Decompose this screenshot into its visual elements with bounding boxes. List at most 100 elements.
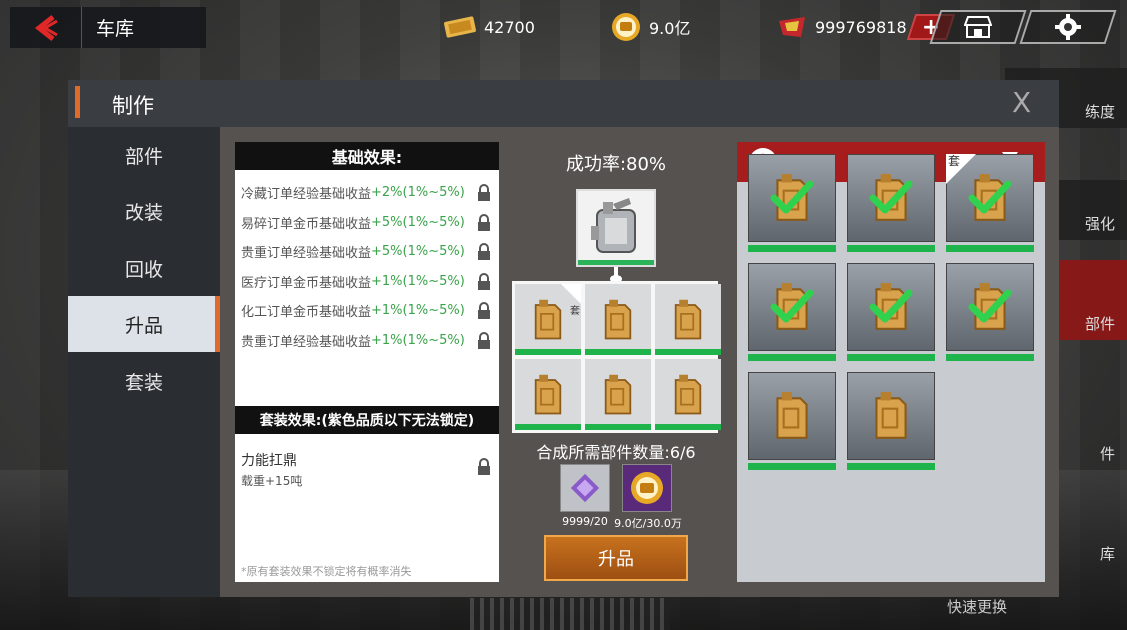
- craft-dialog: 制作 X 部件 改装 回收 升品 套装 基础效果: 冷藏订单经验基础收益 +2%(…: [68, 80, 1059, 597]
- lock-icon[interactable]: [477, 272, 491, 290]
- part-card[interactable]: [748, 154, 836, 252]
- shop-button[interactable]: [929, 10, 1027, 44]
- chip-cost-label: 9999/20: [562, 515, 608, 528]
- effect-name: 易碎订单金币基础收益: [241, 216, 372, 232]
- settings-button[interactable]: [1019, 10, 1117, 44]
- part-status-bar: [946, 354, 1034, 361]
- ticket-icon: [442, 12, 480, 42]
- effect-row: 化工订单金币基础收益 +1%(1%~5%): [235, 296, 499, 326]
- fuel-can-icon: [534, 299, 562, 339]
- side-menu-label: 部件: [1084, 315, 1115, 333]
- material-slot[interactable]: [655, 359, 721, 430]
- garage-header: 车库: [10, 7, 206, 48]
- coin-icon: [631, 472, 663, 504]
- side-menu-label: 强化: [1084, 215, 1115, 233]
- ticket-counter[interactable]: 42700: [442, 12, 535, 42]
- part-card[interactable]: [748, 372, 836, 470]
- lock-icon[interactable]: [477, 458, 491, 475]
- coin-icon: [607, 12, 645, 42]
- lock-icon[interactable]: [477, 331, 491, 349]
- engine-part-icon: [591, 198, 636, 253]
- garage-title: 车库: [96, 18, 135, 40]
- part-status-bar: [748, 354, 836, 361]
- effect-name: 贵重订单经验基础收益: [241, 334, 372, 350]
- effect-row: 医疗订单金币基础收益 +1%(1%~5%): [235, 267, 499, 297]
- fuel-can-icon: [604, 299, 632, 339]
- back-button[interactable]: [10, 7, 82, 48]
- target-part-slot[interactable]: [576, 189, 656, 267]
- set-tag: 套: [561, 284, 581, 317]
- set-desc: 载重+15吨: [241, 474, 303, 488]
- effect-name: 医疗订单金币基础收益: [241, 275, 372, 291]
- effect-list: 冷藏订单经验基础收益 +2%(1%~5%) 易碎订单金币基础收益 +5%(1%~5%)…: [235, 170, 499, 355]
- check-icon: [968, 180, 1012, 214]
- material-slot[interactable]: [655, 284, 721, 355]
- part-face: [748, 372, 836, 460]
- check-icon: [869, 180, 913, 214]
- parts-panel: ? 部件 套: [737, 142, 1045, 582]
- gear-icon: [1055, 14, 1081, 40]
- check-icon: [770, 180, 814, 214]
- part-card[interactable]: [847, 154, 935, 252]
- effect-name: 贵重订单经验基础收益: [241, 246, 372, 262]
- part-status-bar: [946, 245, 1034, 252]
- part-face: [847, 372, 935, 460]
- effect-row: 贵重订单经验基础收益 +5%(1%~5%): [235, 237, 499, 267]
- set-effects-header: 套装效果:(紫色品质以下无法锁定): [235, 406, 499, 434]
- set-tag-label: 套: [948, 154, 961, 168]
- side-menu-label: 库: [1099, 545, 1115, 563]
- nav-parts[interactable]: 部件: [68, 127, 220, 183]
- part-card[interactable]: [847, 372, 935, 470]
- material-slot[interactable]: [585, 284, 651, 355]
- lock-icon[interactable]: [477, 213, 491, 231]
- effect-row: 易碎订单金币基础收益 +5%(1%~5%): [235, 208, 499, 238]
- floor-grate: [470, 598, 670, 630]
- part-status-bar: [748, 245, 836, 252]
- effect-bonus: +2%(1%~5%): [371, 185, 465, 201]
- check-icon: [968, 289, 1012, 323]
- material-slot[interactable]: 套: [515, 284, 581, 355]
- material-grid: 套: [512, 281, 721, 433]
- part-card[interactable]: [946, 263, 1034, 361]
- effect-bonus: +1%(1%~5%): [371, 273, 465, 289]
- fuel-can-icon: [674, 374, 702, 414]
- set-tag-label: 套: [570, 306, 580, 317]
- part-card[interactable]: [847, 263, 935, 361]
- effect-bonus: +1%(1%~5%): [371, 332, 465, 348]
- side-menu-label: 件: [1099, 445, 1115, 463]
- material-slot[interactable]: [515, 359, 581, 430]
- lock-icon[interactable]: [477, 243, 491, 260]
- chip-cost-item[interactable]: [560, 464, 610, 512]
- gem-value: 999769818: [815, 17, 907, 37]
- effect-bonus: +5%(1%~5%): [371, 244, 465, 260]
- part-status-bar: [847, 354, 935, 361]
- nav-set[interactable]: 套装: [68, 353, 220, 409]
- coin-counter[interactable]: 9.0亿: [607, 12, 690, 42]
- fuel-can-icon: [604, 374, 632, 414]
- upgrade-button[interactable]: 升品: [544, 535, 688, 581]
- close-button[interactable]: X: [1012, 86, 1031, 119]
- nav-upgrade[interactable]: 升品: [68, 296, 220, 352]
- basic-effects-panel: 基础效果: 冷藏订单经验基础收益 +2%(1%~5%) 易碎订单金币基础收益 +5%(…: [235, 142, 499, 406]
- ticket-value: 42700: [484, 17, 535, 37]
- effect-bonus: +1%(1%~5%): [371, 303, 465, 319]
- gem-counter[interactable]: 999769818 +: [773, 12, 955, 42]
- lock-icon[interactable]: [477, 184, 491, 201]
- part-card[interactable]: [748, 263, 836, 361]
- coin-value: 9.0亿: [649, 19, 691, 38]
- back-arrow-icon: [34, 14, 58, 41]
- nav-modify[interactable]: 改装: [68, 183, 220, 239]
- fuel-can-icon: [534, 374, 562, 414]
- lock-icon[interactable]: [477, 302, 491, 319]
- success-rate: 成功率:80%: [565, 154, 667, 175]
- check-icon: [869, 289, 913, 323]
- part-status-bar: [847, 245, 935, 252]
- side-menu-label: 练度: [1084, 103, 1115, 121]
- fuel-can-icon: [674, 299, 702, 339]
- effect-row: 贵重订单经验基础收益 +1%(1%~5%): [235, 326, 499, 356]
- coin-cost-item[interactable]: [622, 464, 672, 512]
- part-card[interactable]: 套: [946, 154, 1034, 252]
- nav-recycle[interactable]: 回收: [68, 240, 220, 296]
- material-slot[interactable]: [585, 359, 651, 430]
- quick-change-label[interactable]: 快速更换: [947, 596, 1007, 617]
